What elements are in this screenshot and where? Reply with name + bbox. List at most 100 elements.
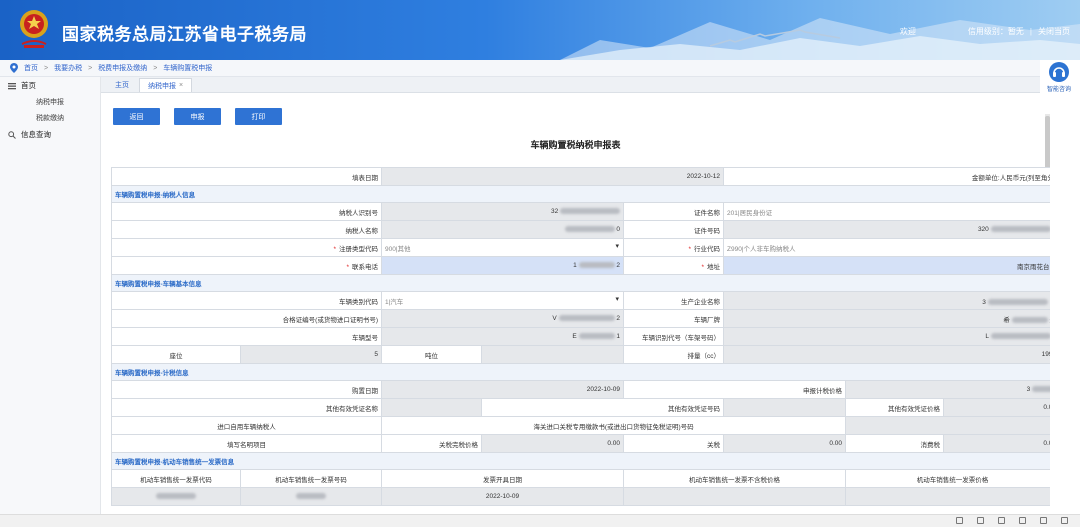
redacted-text [560,208,620,215]
tab-home-label: 主页 [115,82,129,89]
form-title: 车辆购置税纳税申报表 [530,140,621,150]
sidebar-item-tax-declare[interactable]: 纳税申报 [0,94,100,110]
copy-icon[interactable] [977,517,984,524]
sidebar-item-home[interactable]: 首页 [0,77,100,94]
redacted-text [1032,386,1050,393]
header-separator: | [1029,27,1032,36]
redacted-text [296,493,326,500]
site-title: 国家税务总局江苏省电子税务局 [62,25,307,44]
breadcrumb-tax-affairs[interactable]: 我要办税 [54,63,82,73]
cert-name-select[interactable]: 201|居民身份证 [723,202,1050,221]
breadcrumb-home[interactable]: 首页 [24,63,38,73]
industry-select[interactable]: Z990|个人非车购纳税人 [723,238,1050,257]
declared-price-label: 申报计税价格 [622,380,847,399]
menu-icon[interactable] [1061,517,1068,524]
sidebar-item-info-query[interactable]: 信息查询 [0,126,100,143]
taxpayer-id-field: 32 [381,202,624,221]
consumption-tax-field: 0.00 [943,434,1050,453]
breadcrumb-arrow-icon: > [153,64,158,72]
redacted-text [990,226,1050,233]
fill-item-label: 填写名明项目 [111,434,382,453]
maker-field: 3 司 [723,291,1050,310]
print-button[interactable]: 打印 [235,108,282,125]
brand-field: 希 遇 [723,309,1050,328]
sound-icon[interactable] [1019,517,1026,524]
displacement-field: 1991 [723,345,1050,364]
tab-bar: 主页 纳税申报 × [101,77,1040,93]
model-suffix: 1 [616,333,620,340]
invoice-code-field [111,487,241,506]
address-input[interactable]: 南京雨花台区 [723,256,1050,275]
maker-prefix: 3 [982,298,986,306]
invoice-date-field: 2022-10-09 [381,487,624,506]
redacted-text [1011,316,1048,323]
cert-no-prefix: 320 [977,226,989,233]
tab-tax-declare-label: 纳税申报 [148,82,176,90]
purchase-date-field: 2022-10-09 [381,380,624,399]
tab-tax-declare[interactable]: 纳税申报 × [139,78,193,92]
customs-value-field: 0.00 [481,434,624,453]
taxpayer-name-label: 纳税人名称 [111,220,382,239]
other-doc-price-field: 0.00 [943,398,1050,417]
vehicle-model-field: E 1 [381,327,624,346]
other-doc-name-label: 其他有效凭证名称 [111,398,382,417]
required-asterisk: * [688,245,692,253]
import-self-use-label: 进口自用车辆纳税人 [111,416,382,435]
invoice-pretax-price-header: 机动车销售统一发票不含税价格 [622,469,847,488]
cert-name-label: 证件名称 [622,202,725,221]
sidebar: 首页 纳税申报 税款缴纳 信息查询 [0,77,101,514]
delete-icon[interactable] [998,517,1005,524]
required-asterisk: * [701,263,705,271]
vehicle-category-select[interactable]: 1|汽车 [381,291,624,310]
phone-suffix: 2 [616,262,620,269]
seats-label: 座位 [111,345,241,364]
back-button[interactable]: 返回 [113,108,160,125]
reg-type-select[interactable]: 900|其他 [381,238,624,257]
breadcrumb-arrow-icon: > [44,64,49,72]
phone-input[interactable]: 1 2 [381,256,624,275]
cert-no-vehicle-label: 合格证编号(或货物进口证明书号) [111,309,382,328]
fill-date-label: 填表日期 [111,167,382,186]
redacted-text [156,493,196,500]
close-icon[interactable]: × [179,82,183,89]
search-icon [8,130,16,139]
welcome-text: 欢迎 [899,27,916,36]
credit-level-text: 信用级别：暂无 [967,27,1024,36]
taxpayer-id-label: 纳税人识别号 [111,202,382,221]
smart-consult-label: 智能咨询 [1046,87,1071,93]
seats-field: 5 [240,345,382,364]
redacted-text [578,333,615,340]
other-doc-name-field [381,398,482,417]
sidebar-home-label: 首页 [21,81,36,90]
customs-no-field [845,416,1050,435]
invoice-number-header: 机动车销售统一发票号码 [240,469,382,488]
smart-consult-button[interactable]: 智能咨询 [1044,62,1074,93]
close-page-link[interactable]: 关闭当页 [1038,26,1070,37]
maker-label: 生产企业名称 [622,291,725,310]
breadcrumb: 首页 > 我要办税 > 税费申报及缴纳 > 车辆购置税申报 [0,60,1040,77]
sidebar-info-query-label: 信息查询 [21,130,51,139]
vin-label: 车辆识别代号（车架号码） [622,327,725,346]
displacement-label: 排量（cc） [622,345,725,364]
invoice-number-field [240,487,382,506]
cert-no-label: 证件号码 [622,220,725,239]
other-doc-no-field [723,398,847,417]
sidebar-item-tax-payment[interactable]: 税款缴纳 [0,110,100,126]
breadcrumb-current[interactable]: 车辆购置税申报 [163,63,212,73]
amount-unit-text: 金额单位:人民币元(列至角分) [723,167,1050,186]
window-icon[interactable] [1040,517,1047,524]
declare-button[interactable]: 申报 [174,108,221,125]
tab-home[interactable]: 主页 [107,78,137,92]
consumption-tax-label: 消费税 [845,434,945,453]
brand-label: 车辆厂牌 [622,309,725,328]
taxpayer-id-prefix: 32 [550,208,559,215]
industry-label: 行业代码 [694,245,721,253]
share-icon[interactable] [956,517,963,524]
location-pin-icon [10,63,18,73]
other-doc-price-label: 其他有效凭证价格 [845,398,945,417]
phone-prefix: 1 [573,262,577,269]
breadcrumb-declare-pay[interactable]: 税费申报及缴纳 [98,63,147,73]
tax-emblem-logo [20,10,48,48]
purchase-date-label: 购置日期 [111,380,382,399]
other-doc-no-label: 其他有效凭证号码 [480,398,725,417]
